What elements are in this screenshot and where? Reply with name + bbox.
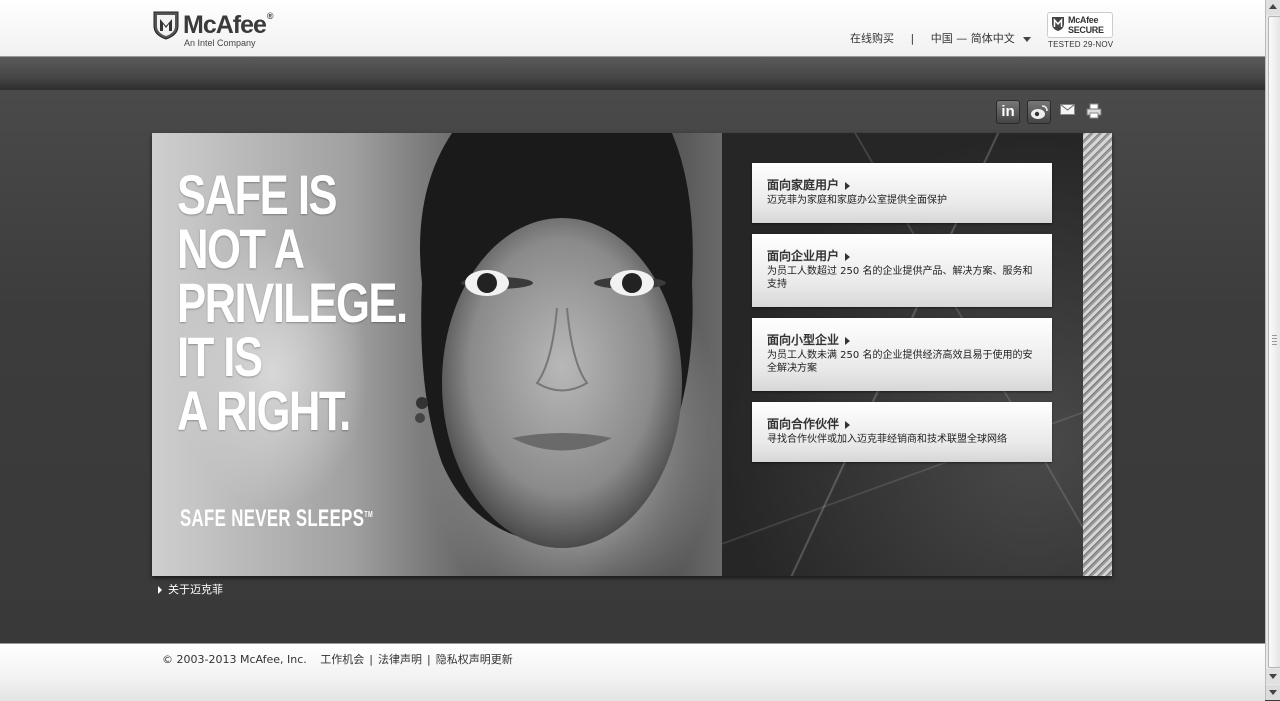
card-title: 面向合作伙伴 bbox=[767, 415, 851, 432]
scroll-up-button[interactable] bbox=[1266, 0, 1280, 15]
dark-nav-bar bbox=[0, 57, 1265, 90]
footer-links: © 2003-2013 McAfee, Inc. 工作机会 | 法律声明 | 隐私权声明… bbox=[162, 653, 513, 666]
secure-badge-box: McAfee SECURE bbox=[1047, 12, 1113, 38]
mcafee-shield-icon bbox=[153, 11, 179, 40]
scroll-end-button[interactable] bbox=[1266, 685, 1280, 700]
print-icon[interactable] bbox=[1086, 103, 1102, 119]
site-footer: © 2003-2013 McAfee, Inc. 工作机会 | 法律声明 | 隐私权声明… bbox=[0, 643, 1265, 701]
copyright-text: © 2003-2013 McAfee, Inc. bbox=[162, 653, 307, 666]
region-label: 中国 — 简体中文 bbox=[930, 32, 1015, 45]
logo-wordmark: McAfee® bbox=[183, 11, 274, 39]
scroll-down-button[interactable] bbox=[1266, 669, 1280, 684]
card-home-users[interactable]: 面向家庭用户 迈克菲为家庭和家庭办公室提供全面保护 bbox=[752, 163, 1052, 223]
mcafee-logo[interactable]: McAfee® An Intel Company bbox=[152, 10, 282, 50]
hero-headline: SAFE IS NOT A PRIVILEGE. IT IS A RIGHT. bbox=[177, 163, 408, 442]
secure-badge-text: McAfee SECURE bbox=[1068, 15, 1104, 35]
site-header: McAfee® An Intel Company 在线购买 | 中国 — 简体中… bbox=[0, 0, 1265, 57]
hero-photo: SAFE IS NOT A PRIVILEGE. IT IS A RIGHT. … bbox=[152, 133, 722, 576]
buy-online-link[interactable]: 在线购买 bbox=[850, 30, 894, 46]
about-mcafee-link[interactable]: 关于迈克菲 bbox=[158, 581, 223, 597]
arrow-right-icon bbox=[845, 252, 851, 261]
arrow-down-icon bbox=[1269, 674, 1277, 679]
region-selector[interactable]: 中国 — 简体中文 bbox=[931, 30, 1031, 46]
nav-separator: | bbox=[910, 32, 915, 45]
secure-tested-date: TESTED 29-NOV bbox=[1048, 40, 1114, 49]
arrow-up-icon bbox=[1269, 4, 1277, 9]
card-small-business[interactable]: 面向小型企业 为员工人数未满 250 名的企业提供经济高效且易于使用的安全解决方… bbox=[752, 318, 1052, 391]
decorative-stripe bbox=[1083, 133, 1112, 576]
arrow-right-icon bbox=[845, 420, 851, 429]
card-enterprise-users[interactable]: 面向企业用户 为员工人数超过 250 名的企业提供产品、解决方案、服务和支持 bbox=[752, 234, 1052, 307]
card-title: 面向小型企业 bbox=[767, 331, 851, 348]
weibo-glyph bbox=[1031, 105, 1048, 119]
card-description: 迈克菲为家庭和家庭办公室提供全面保护 bbox=[767, 195, 947, 206]
arrow-right-icon bbox=[845, 336, 851, 345]
hero-banner: SAFE IS NOT A PRIVILEGE. IT IS A RIGHT. … bbox=[152, 133, 1112, 576]
chevron-down-icon bbox=[1022, 36, 1031, 42]
top-nav: 在线购买 | 中国 — 简体中文 bbox=[850, 30, 1031, 46]
card-description: 寻找合作伙伴或加入迈克菲经销商和技术联盟全球网络 bbox=[767, 434, 1007, 445]
card-description: 为员工人数未满 250 名的企业提供经济高效且易于使用的安全解决方案 bbox=[767, 350, 1033, 374]
card-description: 为员工人数超过 250 名的企业提供产品、解决方案、服务和支持 bbox=[767, 266, 1033, 290]
footer-link-careers[interactable]: 工作机会 bbox=[320, 653, 364, 666]
vertical-scrollbar[interactable] bbox=[1265, 0, 1280, 700]
weibo-icon[interactable] bbox=[1027, 100, 1051, 124]
hero-tagline: SAFE NEVER SLEEPSTM bbox=[180, 505, 374, 532]
card-title: 面向家庭用户 bbox=[767, 176, 851, 193]
arrow-right-icon bbox=[845, 181, 851, 190]
logo-tagline: An Intel Company bbox=[184, 38, 256, 48]
mcafee-secure-badge[interactable]: McAfee SECURE TESTED 29-NOV bbox=[1047, 12, 1113, 52]
triangle-right-icon bbox=[158, 586, 162, 594]
footer-link-privacy[interactable]: 隐私权声明更新 bbox=[436, 653, 513, 666]
linkedin-icon[interactable]: in bbox=[996, 100, 1020, 124]
mail-icon[interactable] bbox=[1060, 104, 1075, 115]
scrollbar-thumb[interactable] bbox=[1268, 16, 1280, 668]
secure-shield-icon bbox=[1052, 17, 1064, 31]
card-partners[interactable]: 面向合作伙伴 寻找合作伙伴或加入迈克菲经销商和技术联盟全球网络 bbox=[752, 402, 1052, 462]
grip-icon bbox=[1272, 335, 1277, 347]
footer-link-legal[interactable]: 法律声明 bbox=[378, 653, 422, 666]
arrow-down-icon bbox=[1269, 690, 1277, 695]
card-title: 面向企业用户 bbox=[767, 247, 851, 264]
